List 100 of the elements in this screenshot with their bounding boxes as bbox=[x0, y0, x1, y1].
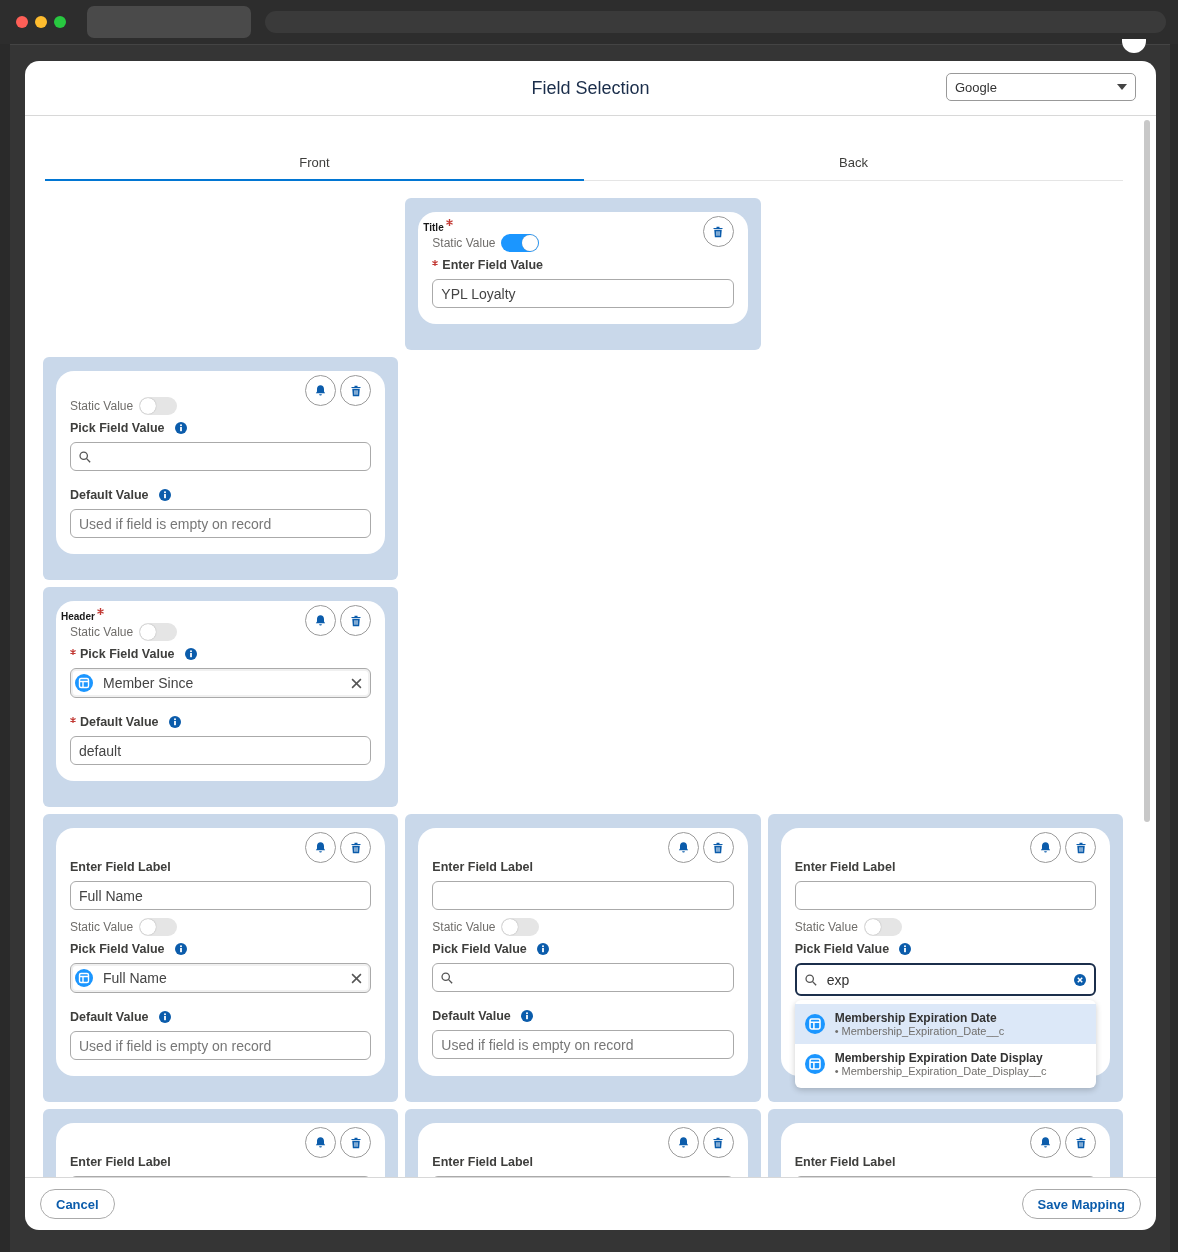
info-icon[interactable] bbox=[158, 1011, 171, 1023]
bell-icon bbox=[314, 384, 328, 397]
field-label: Pick Field Value bbox=[432, 942, 527, 956]
text-input[interactable]: Used if field is empty on record bbox=[432, 1030, 734, 1059]
bell-button[interactable] bbox=[305, 1127, 337, 1158]
toggle-label: Static Value bbox=[70, 625, 134, 639]
trash-icon bbox=[712, 1136, 725, 1149]
info-icon[interactable] bbox=[174, 943, 187, 955]
selected-field[interactable]: Full Name bbox=[70, 963, 372, 993]
device-dropdown[interactable]: Google bbox=[946, 73, 1136, 101]
zoom-window-icon[interactable] bbox=[54, 16, 66, 28]
table-icon bbox=[804, 1054, 825, 1074]
bell-button[interactable] bbox=[1030, 1127, 1061, 1158]
caret-icon bbox=[1117, 84, 1127, 90]
cancel-button[interactable]: Cancel bbox=[40, 1189, 115, 1219]
field-label: Default Value bbox=[80, 715, 159, 729]
trash-icon bbox=[712, 225, 725, 238]
toggle-switch[interactable] bbox=[139, 397, 178, 415]
section-label: Title bbox=[423, 222, 444, 233]
trash-icon bbox=[1074, 1136, 1087, 1149]
bell-icon bbox=[1039, 1136, 1052, 1149]
field-value: Full Name bbox=[103, 970, 168, 986]
toggle-switch[interactable] bbox=[863, 918, 902, 936]
toggle-switch[interactable] bbox=[139, 918, 178, 936]
bell-icon bbox=[1039, 841, 1052, 854]
table-icon bbox=[804, 1014, 825, 1034]
info-icon[interactable] bbox=[520, 1010, 533, 1022]
trash-icon bbox=[712, 841, 725, 854]
delete-button[interactable] bbox=[702, 216, 734, 247]
text-input[interactable]: Used if field is empty on record bbox=[70, 1031, 372, 1060]
field-label: Enter Field Label bbox=[70, 860, 171, 874]
section-label: Header bbox=[61, 611, 95, 622]
table-icon bbox=[75, 674, 93, 692]
text-input[interactable]: default bbox=[70, 736, 372, 765]
clear-icon[interactable] bbox=[1074, 973, 1086, 986]
field-value: Member Since bbox=[103, 675, 195, 691]
field-label: Pick Field Value bbox=[70, 421, 165, 435]
save-button[interactable]: Save Mapping bbox=[1021, 1189, 1141, 1219]
field-label: Default Value bbox=[70, 1010, 149, 1024]
bell-button[interactable] bbox=[305, 375, 337, 406]
field-label: Enter Field Label bbox=[432, 1155, 534, 1169]
delete-button[interactable] bbox=[340, 1127, 372, 1158]
toggle-switch[interactable] bbox=[501, 918, 540, 936]
field-label: Pick Field Value bbox=[794, 942, 890, 956]
text-input[interactable] bbox=[432, 881, 734, 910]
field-label: Default Value bbox=[70, 488, 149, 502]
search-field[interactable]: exp bbox=[794, 963, 1096, 996]
remove-icon[interactable] bbox=[351, 972, 363, 984]
field-label: Enter Field Label bbox=[70, 1155, 171, 1169]
search-field[interactable] bbox=[70, 442, 372, 471]
trash-icon bbox=[349, 841, 362, 854]
info-icon[interactable] bbox=[184, 648, 197, 660]
tab[interactable]: Back bbox=[584, 146, 1123, 181]
delete-button[interactable] bbox=[340, 832, 372, 863]
field-label: Default Value bbox=[432, 1009, 511, 1023]
info-icon[interactable] bbox=[174, 422, 187, 434]
delete-button[interactable] bbox=[702, 1127, 734, 1158]
search-icon bbox=[79, 450, 91, 463]
delete-button[interactable] bbox=[340, 375, 372, 406]
minimize-window-icon[interactable] bbox=[35, 16, 47, 28]
delete-button[interactable] bbox=[702, 832, 734, 863]
field-label: Enter Field Value bbox=[442, 258, 544, 272]
toggle-switch[interactable] bbox=[501, 234, 540, 252]
delete-button[interactable] bbox=[1065, 1127, 1096, 1158]
bell-icon bbox=[676, 841, 690, 854]
close-window-icon[interactable] bbox=[16, 16, 28, 28]
search-icon bbox=[804, 973, 817, 986]
trash-icon bbox=[1074, 841, 1087, 854]
tab[interactable]: Front bbox=[45, 146, 584, 181]
toggle-label: Static Value bbox=[432, 236, 496, 250]
search-icon bbox=[441, 971, 454, 984]
close-icon[interactable] bbox=[1122, 39, 1146, 53]
toggle-label: Static Value bbox=[794, 920, 858, 934]
bell-icon bbox=[314, 1136, 328, 1149]
scrollbar[interactable] bbox=[1144, 120, 1150, 822]
trash-icon bbox=[349, 614, 362, 627]
search-field[interactable] bbox=[432, 963, 734, 992]
dropdown-option[interactable]: Membership Expiration Date • Membership_Expiration_Date__c bbox=[794, 1004, 1096, 1044]
field-label: Enter Field Label bbox=[794, 1155, 896, 1169]
dropdown-option[interactable]: Membership Expiration Date Display • Membership_Expiration_Date_Display__c bbox=[794, 1044, 1096, 1084]
info-icon[interactable] bbox=[899, 943, 912, 955]
text-input[interactable]: Used if field is empty on record bbox=[70, 509, 372, 538]
bell-button[interactable] bbox=[305, 832, 337, 863]
text-input[interactable] bbox=[794, 881, 1096, 910]
delete-button[interactable] bbox=[340, 605, 372, 636]
text-input[interactable]: Full Name bbox=[70, 881, 372, 910]
bell-button[interactable] bbox=[667, 1127, 699, 1158]
remove-icon[interactable] bbox=[351, 677, 363, 689]
trash-icon bbox=[349, 384, 362, 397]
delete-button[interactable] bbox=[1065, 832, 1096, 863]
bell-icon bbox=[676, 1136, 690, 1149]
bell-button[interactable] bbox=[305, 605, 337, 636]
bell-button[interactable] bbox=[1030, 832, 1061, 863]
info-icon[interactable] bbox=[168, 716, 181, 728]
bell-button[interactable] bbox=[667, 832, 699, 863]
selected-field[interactable]: Member Since bbox=[70, 668, 372, 698]
info-icon[interactable] bbox=[158, 489, 171, 501]
text-input[interactable]: YPL Loyalty bbox=[432, 279, 734, 308]
toggle-switch[interactable] bbox=[139, 623, 178, 641]
info-icon[interactable] bbox=[536, 943, 549, 955]
